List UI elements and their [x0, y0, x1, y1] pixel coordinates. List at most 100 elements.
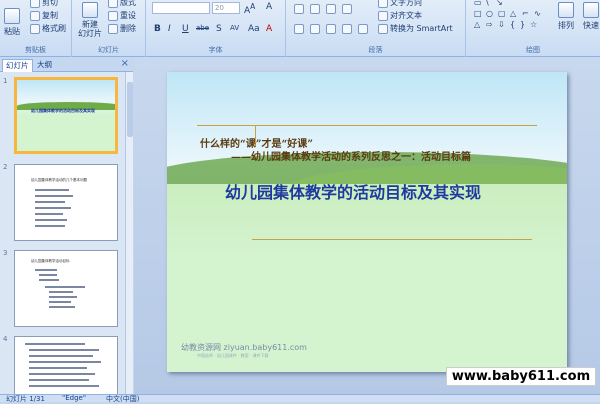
slide-footer: 幼教资源网 ziyuan.baby611.com: [181, 343, 307, 352]
thumb-text-line: [29, 367, 87, 369]
slide-thumbnail[interactable]: 幼儿园集体教学的活动目标及其实现: [14, 77, 118, 154]
strikethrough-button[interactable]: abe: [196, 24, 209, 32]
slide-thumbnail-item[interactable]: 1 幼儿园集体教学的活动目标及其实现: [0, 75, 125, 157]
thumb-text-line: [35, 219, 67, 221]
layout-button[interactable]: 版式: [108, 0, 136, 8]
grow-font-button[interactable]: AA: [244, 2, 255, 16]
curve-shape-icon[interactable]: ∿: [534, 9, 541, 18]
slide-number: 1: [3, 77, 8, 85]
slide-canvas[interactable]: 什么样的“课”才是“好课” ——幼儿园集体教学活动的系列反思之一：活动目标篇 幼…: [167, 72, 567, 372]
new-slide-button[interactable]: 新建 幻灯片: [78, 2, 102, 38]
slide-footer-sub: 中国幼师 · 幼儿园课件 · 教案 · 课件下载: [197, 353, 269, 358]
clipboard-group: 粘贴 剪切 复制 格式刷 剪贴板: [0, 0, 72, 57]
elbow-connector-icon[interactable]: ⌐: [522, 9, 529, 18]
reset-label: 重设: [120, 11, 136, 20]
drawing-group: ▭ \ ↘ □ ○ ▢ △ ⌐ ∿ △ ⇨ ⇩ { } ☆ 排列 快速 绘图: [466, 0, 600, 57]
slides-group: 新建 幻灯片 版式 重设 删除 幻灯片: [72, 0, 146, 57]
square-shape-icon[interactable]: □: [474, 9, 482, 18]
status-bar: 幻灯片 1/31 "Edge" 中文(中国): [0, 394, 600, 404]
decrease-indent-icon[interactable]: [326, 4, 336, 14]
cut-button[interactable]: 剪切: [30, 0, 58, 8]
brush-icon: [30, 23, 40, 34]
columns-icon[interactable]: [358, 24, 368, 34]
thumb-text-line: [39, 279, 59, 281]
thumb-text-line: [29, 379, 89, 381]
font-name-dropdown[interactable]: [152, 2, 210, 14]
new-slide-label: 新建 幻灯片: [78, 20, 102, 38]
thumb-text-line: [35, 269, 57, 271]
slide-number: 4: [3, 335, 8, 343]
slide-subtitle-line2[interactable]: ——幼儿园集体教学活动的系列反思之一：活动目标篇: [231, 148, 471, 163]
increase-indent-icon[interactable]: [342, 4, 352, 14]
thumb-text-line: [35, 201, 65, 203]
slide-title[interactable]: 幼儿园集体教学的活动目标及其实现: [225, 179, 481, 203]
thumb-text-line: [35, 189, 69, 191]
char-spacing-button[interactable]: AV: [230, 24, 239, 32]
thumb-text-line: [49, 306, 75, 308]
shadow-button[interactable]: S: [216, 24, 222, 34]
down-arrow-icon[interactable]: ⇩: [498, 20, 505, 29]
align-right-icon[interactable]: [326, 24, 336, 34]
paste-button[interactable]: 粘贴: [4, 8, 20, 37]
triangle-shape-icon[interactable]: △: [510, 9, 516, 18]
quick-styles-button[interactable]: 快速: [583, 2, 599, 31]
smartart-button[interactable]: 转换为 SmartArt: [378, 23, 453, 34]
font-color-button[interactable]: A: [266, 24, 272, 34]
rectangle-shape-icon[interactable]: ▭: [474, 0, 482, 7]
slides-pane-scrollbar[interactable]: [125, 72, 133, 394]
slide-thumbnail[interactable]: 幼儿园集体教学活动的几个基本问题: [14, 164, 118, 241]
bullets-icon[interactable]: [294, 4, 304, 14]
align-left-icon[interactable]: [294, 24, 304, 34]
format-painter-label: 格式刷: [42, 24, 66, 33]
change-case-button[interactable]: Aa: [248, 24, 260, 34]
decorative-line: [197, 125, 537, 126]
thumb-text-line: [29, 373, 95, 375]
reset-button[interactable]: 重设: [108, 10, 136, 21]
slide-thumbnail-item[interactable]: 3 幼儿园集体教学活动目标: [0, 247, 125, 329]
close-pane-icon[interactable]: ×: [121, 58, 129, 69]
arrow-shape-icon[interactable]: ↘: [496, 0, 503, 7]
block-arrow-icon[interactable]: ⇨: [486, 20, 493, 29]
scrollbar-thumb[interactable]: [127, 82, 133, 137]
slide-thumbnail-item[interactable]: 4: [0, 333, 125, 394]
format-painter-button[interactable]: 格式刷: [30, 23, 66, 34]
italic-button[interactable]: I: [168, 24, 171, 34]
font-size-dropdown[interactable]: 20: [212, 2, 240, 14]
layout-label: 版式: [120, 0, 136, 7]
thumb-text-line: [35, 195, 73, 197]
layout-icon: [108, 0, 118, 8]
underline-button[interactable]: U: [182, 24, 189, 34]
line-shape-icon[interactable]: \: [486, 0, 489, 7]
clear-format-button[interactable]: A: [266, 2, 272, 12]
align-text-label: 对齐文本: [390, 11, 422, 20]
slide-number: 3: [3, 249, 8, 257]
thumb-text-line: [29, 355, 93, 357]
slide-thumbnail[interactable]: [14, 336, 118, 394]
numbering-icon[interactable]: [310, 4, 320, 14]
paste-icon: [4, 8, 20, 24]
text-direction-button[interactable]: 文字方向: [378, 0, 422, 8]
star-shape-icon[interactable]: ☆: [530, 20, 537, 29]
bold-button[interactable]: B: [154, 24, 161, 34]
slide-thumbnail[interactable]: 幼儿园集体教学活动目标: [14, 250, 118, 327]
tab-outline[interactable]: 大纲: [34, 59, 55, 72]
text-direction-label: 文字方向: [390, 0, 422, 7]
paragraph-group: 文字方向 对齐文本 转换为 SmartArt 段落: [286, 0, 466, 57]
rounded-rect-shape-icon[interactable]: ▢: [498, 9, 506, 18]
tab-slides[interactable]: 幻灯片: [2, 59, 33, 72]
copy-button[interactable]: 复制: [30, 10, 58, 21]
align-center-icon[interactable]: [310, 24, 320, 34]
decorative-line: [252, 239, 532, 240]
brace-right-icon[interactable]: }: [520, 20, 525, 29]
delete-slide-button[interactable]: 删除: [108, 23, 136, 34]
brace-icon[interactable]: {: [510, 20, 515, 29]
justify-icon[interactable]: [342, 24, 352, 34]
oval-shape-icon[interactable]: ○: [486, 9, 493, 18]
align-text-button[interactable]: 对齐文本: [378, 10, 422, 21]
triangle-shape-2-icon[interactable]: △: [474, 20, 480, 29]
paste-label: 粘贴: [4, 27, 20, 36]
arrange-button[interactable]: 排列: [558, 2, 574, 31]
language-status[interactable]: 中文(中国): [106, 394, 139, 404]
reset-icon: [108, 10, 118, 21]
slide-thumbnail-item[interactable]: 2 幼儿园集体教学活动的几个基本问题: [0, 161, 125, 243]
